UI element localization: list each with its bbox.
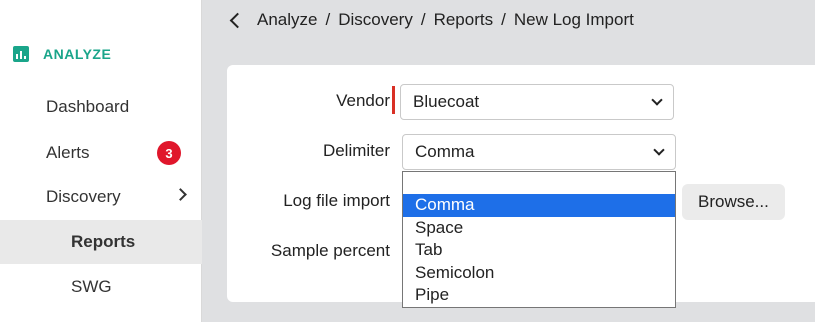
chevron-down-icon [653,144,665,156]
breadcrumb-discovery[interactable]: Discovery [338,10,413,30]
sidebar-item-alerts[interactable]: Alerts 3 [0,131,202,175]
analyze-section-header[interactable]: ANALYZE [13,46,111,62]
breadcrumb-reports[interactable]: Reports [434,10,494,30]
vendor-label: Vendor [336,91,390,110]
sidebar-item-swg[interactable]: SWG [0,265,202,309]
breadcrumb-current-page: New Log Import [513,10,634,29]
sidebar-item-dashboard[interactable]: Dashboard [0,85,202,129]
sidebar-item-label: Alerts [46,143,90,162]
delimiter-label: Delimiter [322,141,390,160]
chevron-right-icon [174,188,187,201]
required-indicator [392,84,396,120]
sidebar-item-label: Discovery [46,187,121,206]
option-tab[interactable]: Tab [403,239,675,262]
delimiter-select-value: Comma [415,142,475,161]
option-space[interactable]: Space [403,217,675,240]
delimiter-dropdown-list[interactable]: Comma Space Tab Semicolon Pipe [402,171,676,308]
sidebar-item-label: SWG [71,277,112,296]
option-pipe[interactable]: Pipe [403,284,675,307]
section-label: ANALYZE [43,46,112,62]
breadcrumb-separator: / [325,10,331,29]
option-semicolon[interactable]: Semicolon [403,262,675,285]
option-comma[interactable]: Comma [403,194,675,217]
main-content: Analyze / Discovery / Reports / New Log … [202,0,815,322]
browse-button[interactable]: Browse... [682,184,785,220]
chevron-down-icon [651,94,663,106]
breadcrumb-separator: / [420,10,426,29]
sample-percent-label: Sample percent [270,241,390,260]
delimiter-select[interactable]: Comma [402,134,676,170]
log-file-import-label: Log file import [283,191,390,210]
sidebar-item-label: Dashboard [46,97,130,116]
breadcrumb-separator: / [501,10,506,29]
vendor-select[interactable]: Bluecoat [400,84,674,120]
back-arrow-icon[interactable] [229,12,246,28]
sidebar-item-reports[interactable]: Reports [0,220,206,264]
breadcrumb-analyze[interactable]: Analyze [257,10,317,30]
sidebar-item-discovery[interactable]: Discovery [0,175,202,219]
dropdown-empty-option[interactable] [403,172,675,194]
alerts-count-badge: 3 [157,141,181,165]
vendor-select-value: Bluecoat [413,92,480,111]
bar-chart-icon [13,46,29,62]
sidebar: ANALYZE Dashboard Alerts 3 Discovery Rep… [0,0,206,322]
sidebar-item-label: Reports [71,232,136,251]
breadcrumb: Analyze / Discovery / Reports / New Log … [229,10,634,30]
